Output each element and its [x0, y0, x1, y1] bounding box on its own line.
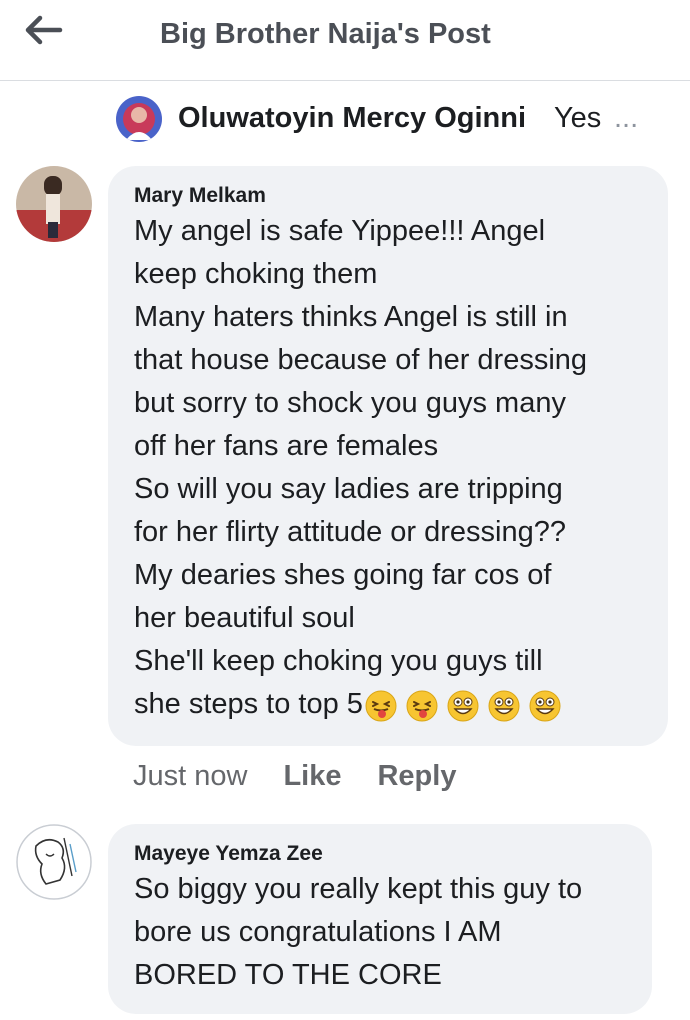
- emoji-group: [365, 684, 570, 727]
- grinning-emoji-icon: [488, 690, 520, 722]
- comment-line: Many haters thinks Angel is still in: [134, 301, 568, 333]
- comment-line: So will you say ladies are tripping: [134, 473, 563, 505]
- tongue-out-emoji-icon: [365, 690, 397, 722]
- comment-line: for her flirty attitude or dressing??: [134, 516, 566, 548]
- top-bar: Big Brother Naija's Post: [0, 0, 690, 81]
- comment-text: So biggy you really kept this guy to bor…: [134, 868, 630, 997]
- comment-line: bore us congratulations I AM: [134, 916, 502, 948]
- avatar[interactable]: [16, 166, 92, 242]
- reply-button[interactable]: Reply: [377, 760, 456, 792]
- grinning-emoji-icon: [447, 690, 479, 722]
- page-title: Big Brother Naija's Post: [160, 18, 491, 50]
- parent-author-name[interactable]: Oluwatoyin Mercy Oginni: [178, 102, 526, 135]
- comment-line-last: she steps to top 5: [134, 683, 646, 727]
- back-button[interactable]: [24, 14, 68, 50]
- comment-bubble: Mary Melkam My angel is safe Yippee!!! A…: [108, 166, 668, 746]
- comment-timestamp: Just now: [133, 760, 248, 792]
- avatar[interactable]: [16, 824, 92, 900]
- comment-line: off her fans are females: [134, 430, 439, 462]
- comment-line: She'll keep choking you guys till: [134, 645, 543, 677]
- comment-line: that house because of her dressing: [134, 344, 588, 376]
- back-arrow-icon: [25, 15, 63, 45]
- comment-line: My dearies shes going far cos of: [134, 559, 552, 591]
- comment-line: BORED TO THE CORE: [134, 959, 442, 991]
- comment-actions: Just now Like Reply: [133, 760, 456, 793]
- comment-bubble: Mayeye Yemza Zee So biggy you really kep…: [108, 824, 652, 1014]
- comment-line: her beautiful soul: [134, 602, 355, 634]
- comment-line: So biggy you really kept this guy to: [134, 873, 583, 905]
- avatar[interactable]: [116, 96, 162, 142]
- ellipsis: ...: [614, 102, 639, 134]
- comment-text: My angel is safe Yippee!!! Angel keep ch…: [134, 210, 646, 727]
- comment-author[interactable]: Mary Melkam: [134, 182, 646, 210]
- parent-comment-preview[interactable]: Oluwatoyin Mercy Oginni Yes ...: [116, 96, 676, 144]
- comment-line: keep choking them: [134, 258, 378, 290]
- comment-author[interactable]: Mayeye Yemza Zee: [134, 840, 630, 868]
- comment-line: My angel is safe Yippee!!! Angel: [134, 215, 546, 247]
- comment-line-text: she steps to top 5: [134, 688, 363, 720]
- grinning-emoji-icon: [529, 690, 561, 722]
- like-button[interactable]: Like: [283, 760, 341, 792]
- tongue-out-emoji-icon: [406, 690, 438, 722]
- parent-comment-snippet: Yes: [554, 102, 602, 134]
- comment-line: but sorry to shock you guys many: [134, 387, 566, 419]
